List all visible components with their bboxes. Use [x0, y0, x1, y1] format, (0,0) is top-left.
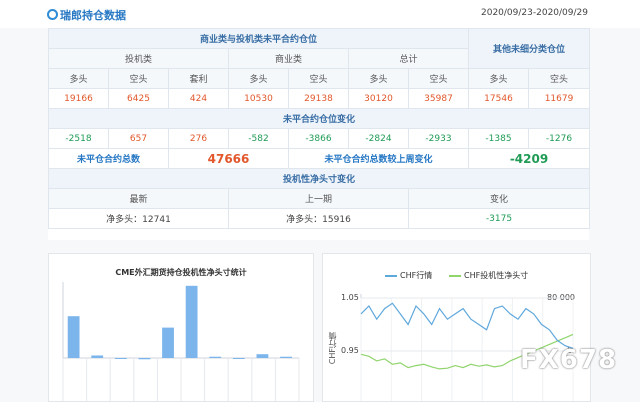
bar [162, 327, 174, 358]
oi-total-value: 47666 [168, 148, 289, 169]
net-col-latest: 最新 [48, 188, 229, 209]
col-long: 多头 [228, 68, 289, 89]
table-cell: 17546 [468, 88, 529, 109]
bar [280, 356, 292, 358]
col-long: 多头 [468, 68, 529, 89]
col-long: 多头 [348, 68, 409, 89]
group-total: 总计 [348, 48, 469, 69]
line-chart-panel: CHF行情 CHF投机性净头寸 1.05 0.95 80 000 0 CHF行情 [322, 253, 591, 402]
table-cell: -2824 [348, 128, 409, 149]
page-title: 瑞郎持仓数据 [60, 9, 126, 22]
section-title-open-interest: 商业类与投机类未平合约仓位 [48, 28, 469, 49]
table-cell: 19166 [48, 88, 109, 109]
circle-icon [47, 9, 58, 20]
net-prev-value: 净多头：15916 [228, 208, 409, 229]
table-cell: 424 [168, 88, 229, 109]
bar-chart [62, 282, 300, 401]
col-spread: 套利 [168, 68, 229, 89]
bar [67, 316, 80, 358]
table-cell: 30120 [348, 88, 409, 109]
bar [138, 358, 151, 360]
col-short: 空头 [288, 68, 349, 89]
col-short: 空头 [408, 68, 469, 89]
bar [256, 354, 269, 358]
table-cell: 11679 [527, 88, 591, 109]
table-cell: 10530 [228, 88, 289, 109]
net-latest-value: 净多头：12741 [48, 208, 229, 229]
watermark: FX678 [520, 345, 618, 375]
oi-total-label: 未平仓合约总数 [48, 148, 169, 169]
section-title-change: 未平合约仓位变化 [47, 108, 591, 129]
section-title-net: 投机性净头寸变化 [47, 168, 591, 189]
line-chart [360, 294, 574, 401]
group-spec: 投机类 [48, 48, 229, 69]
bar [91, 355, 104, 358]
series-line-chf [360, 302, 574, 349]
position-table: 商业类与投机类未平合约仓位 其他未细分类仓位 投机类 商业类 总计 多头 空头 … [47, 28, 591, 240]
table-cell: 29138 [288, 88, 349, 109]
table-cell: 276 [168, 128, 229, 149]
col-short: 空头 [108, 68, 169, 89]
table-cell: -3866 [288, 128, 349, 149]
net-col-change: 变化 [407, 188, 591, 209]
bar [114, 358, 127, 359]
table-cell: 35987 [408, 88, 469, 109]
net-change-value: -3175 [407, 208, 591, 229]
bar-chart-panel: CME外汇期货持仓投机性净头寸统计 [48, 253, 314, 402]
table-cell: 6425 [108, 88, 169, 109]
net-col-prev: 上一期 [228, 188, 409, 209]
table-cell: -1276 [527, 128, 591, 149]
header-bar: 瑞郎持仓数据 2020/09/23-2020/09/29 [0, 0, 640, 28]
table-cell: -582 [228, 128, 289, 149]
table-cell: -1385 [468, 128, 529, 149]
other-positions-title: 其他未细分类仓位 [467, 28, 591, 69]
col-short: 空头 [527, 68, 591, 89]
table-cell: -2518 [48, 128, 109, 149]
col-long: 多头 [48, 68, 109, 89]
oi-change-label: 未平仓合约总数较上周变化 [288, 148, 469, 169]
date-range: 2020/09/23-2020/09/29 [481, 8, 588, 18]
oi-change-value: -4209 [467, 148, 591, 169]
bar [209, 356, 222, 358]
bar [232, 358, 245, 359]
table-cell: -2933 [408, 128, 469, 149]
bar [185, 285, 198, 358]
table-cell: 657 [108, 128, 169, 149]
group-comm: 商业类 [228, 48, 349, 69]
